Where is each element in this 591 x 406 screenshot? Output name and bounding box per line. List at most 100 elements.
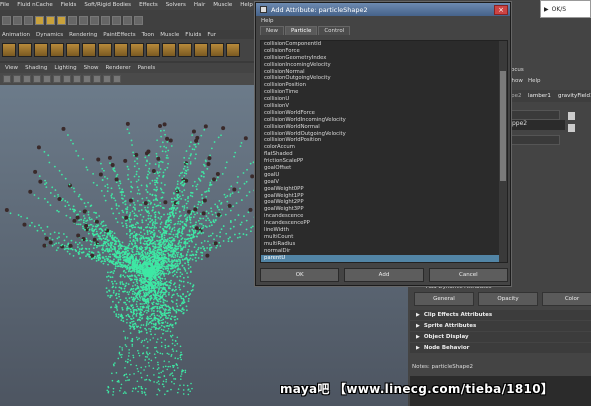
panel-menu-show[interactable]: Show (84, 65, 99, 71)
shelf-tool-icon[interactable] (210, 43, 224, 57)
camera-icon[interactable] (3, 75, 11, 83)
panel-menu-shading[interactable]: Shading (25, 65, 47, 71)
list-item[interactable]: collisionV (261, 103, 507, 110)
list-item[interactable]: incandescencePP (261, 220, 507, 227)
panel-menu-view[interactable]: View (5, 65, 18, 71)
close-icon[interactable]: × (494, 4, 508, 15)
shelf-tool-icon[interactable] (50, 43, 64, 57)
list-item[interactable]: collisionWorldForce (261, 110, 507, 117)
tab-new[interactable]: New (260, 26, 284, 35)
list-item[interactable]: collisionU (261, 96, 507, 103)
camera-icon[interactable] (13, 75, 21, 83)
shelf-tool-icon[interactable] (194, 43, 208, 57)
shelf-tool-icon[interactable] (178, 43, 192, 57)
shelf-tab-dynamics[interactable]: Dynamics (36, 32, 63, 38)
shelf-tool-icon[interactable] (114, 43, 128, 57)
list-item[interactable]: goalWeight2PP (261, 199, 507, 206)
snap-point-icon[interactable] (90, 15, 99, 25)
section-object-display[interactable]: ▶ Object Display (410, 332, 591, 342)
save-scene-icon[interactable] (24, 15, 33, 25)
menu-help[interactable]: Help (240, 2, 253, 8)
history-icon[interactable] (101, 15, 110, 25)
list-item[interactable]: goalV (261, 179, 507, 186)
section-sprite-attributes[interactable]: ▶ Sprite Attributes (410, 321, 591, 331)
add-button[interactable]: Add (344, 268, 424, 282)
dialog-title-bar[interactable]: Add Attribute: particleShape2 × (256, 3, 510, 16)
list-item[interactable]: collisionGeometryIndex (261, 55, 507, 62)
shadows-icon[interactable] (73, 75, 81, 83)
render-icon[interactable] (112, 15, 121, 25)
top-right-button[interactable]: ▶ OK/S (540, 0, 591, 18)
shelf-tab-fur[interactable]: Fur (207, 32, 216, 38)
list-item[interactable]: multiCount (261, 234, 507, 241)
list-item[interactable]: normalDir (261, 248, 507, 255)
snap-curve-icon[interactable] (79, 15, 88, 25)
list-item[interactable]: collisionTime (261, 89, 507, 96)
resolution-gate-icon[interactable] (103, 75, 111, 83)
presets-button-icon[interactable] (568, 124, 575, 132)
general-button[interactable]: General (414, 292, 474, 306)
list-item[interactable]: multiRadius (261, 241, 507, 248)
new-scene-icon[interactable] (2, 15, 11, 25)
list-item[interactable]: collisionNormal (261, 69, 507, 76)
xray-icon[interactable] (93, 75, 101, 83)
tab-control[interactable]: Control (318, 26, 351, 35)
shelf-tab-animation[interactable]: Animation (2, 32, 30, 38)
list-item[interactable]: collisionWorldOutgoingVelocity (261, 131, 507, 138)
list-item[interactable]: colorAccum (261, 144, 507, 151)
shelf-tab-painteffects[interactable]: PaintEffects (103, 32, 135, 38)
isolate-icon[interactable] (83, 75, 91, 83)
list-item[interactable]: collisionForce (261, 48, 507, 55)
section-clip-effects[interactable]: ▶ Clip Effects Attributes (410, 310, 591, 320)
list-item[interactable]: goalU (261, 172, 507, 179)
menu-hair[interactable]: Hair (194, 2, 205, 8)
shaded-icon[interactable] (43, 75, 51, 83)
select-object-icon[interactable] (46, 15, 55, 25)
menu-effects[interactable]: Effects (139, 2, 158, 8)
shelf-tool-icon[interactable] (226, 43, 240, 57)
list-item[interactable]: collisionIncomingVelocity (261, 62, 507, 69)
color-button[interactable]: Color (542, 292, 591, 306)
wireframe-icon[interactable] (33, 75, 41, 83)
panel-menu-renderer[interactable]: Renderer (105, 65, 130, 71)
dialog-menu-help[interactable]: Help (261, 18, 274, 24)
panel-menu-lighting[interactable]: Lighting (54, 65, 76, 71)
list-item[interactable]: collisionWorldNormal (261, 124, 507, 131)
list-item[interactable]: goalOffset (261, 165, 507, 172)
shelf-tool-icon[interactable] (130, 43, 144, 57)
shelf-tool-icon[interactable] (146, 43, 160, 57)
ok-button[interactable]: OK (260, 268, 340, 282)
list-item[interactable]: collisionWorldPosition (261, 137, 507, 144)
scrollbar-thumb[interactable] (500, 71, 506, 181)
shelf-tool-icon[interactable] (82, 43, 96, 57)
list-item[interactable]: goalWeight1PP (261, 193, 507, 200)
ae-tab-gravityfield[interactable]: gravityField1 (558, 93, 591, 99)
list-item[interactable]: goalWeight3PP (261, 206, 507, 213)
list-item[interactable]: goalWeight0PP (261, 186, 507, 193)
attribute-list[interactable]: collisionComponentId collisionForce collis… (260, 40, 508, 263)
list-item[interactable]: collisionPosition (261, 82, 507, 89)
focus-button-icon[interactable] (568, 112, 575, 120)
opacity-button[interactable]: Opacity (478, 292, 538, 306)
menu-muscle[interactable]: Muscle (213, 2, 232, 8)
ae-menu-help[interactable]: Help (528, 78, 541, 84)
list-item[interactable]: incandescence (261, 213, 507, 220)
snap-grid-icon[interactable] (68, 15, 77, 25)
menu-fields[interactable]: Fields (61, 2, 77, 8)
shelf-tab-toon[interactable]: Toon (142, 32, 155, 38)
ae-tab-lambert[interactable]: lamber1 (528, 93, 551, 99)
list-item[interactable]: collisionComponentId (261, 41, 507, 48)
shelf-tool-icon[interactable] (162, 43, 176, 57)
menu-fluid-ncache[interactable]: Fluid nCache (17, 2, 53, 8)
list-item[interactable]: parentU (261, 254, 507, 262)
list-item[interactable]: frictionScalePP (261, 158, 507, 165)
open-scene-icon[interactable] (13, 15, 22, 25)
render-settings-icon[interactable] (134, 15, 143, 25)
shelf-tab-fluids[interactable]: Fluids (185, 32, 201, 38)
list-item[interactable]: collisionOutgoingVelocity (261, 75, 507, 82)
section-node-behavior[interactable]: ▶ Node Behavior (410, 343, 591, 353)
grid-icon[interactable] (23, 75, 31, 83)
menu-file[interactable]: File (0, 2, 9, 8)
panel-menu-panels[interactable]: Panels (138, 65, 156, 71)
list-item[interactable]: flatShaded (261, 151, 507, 158)
